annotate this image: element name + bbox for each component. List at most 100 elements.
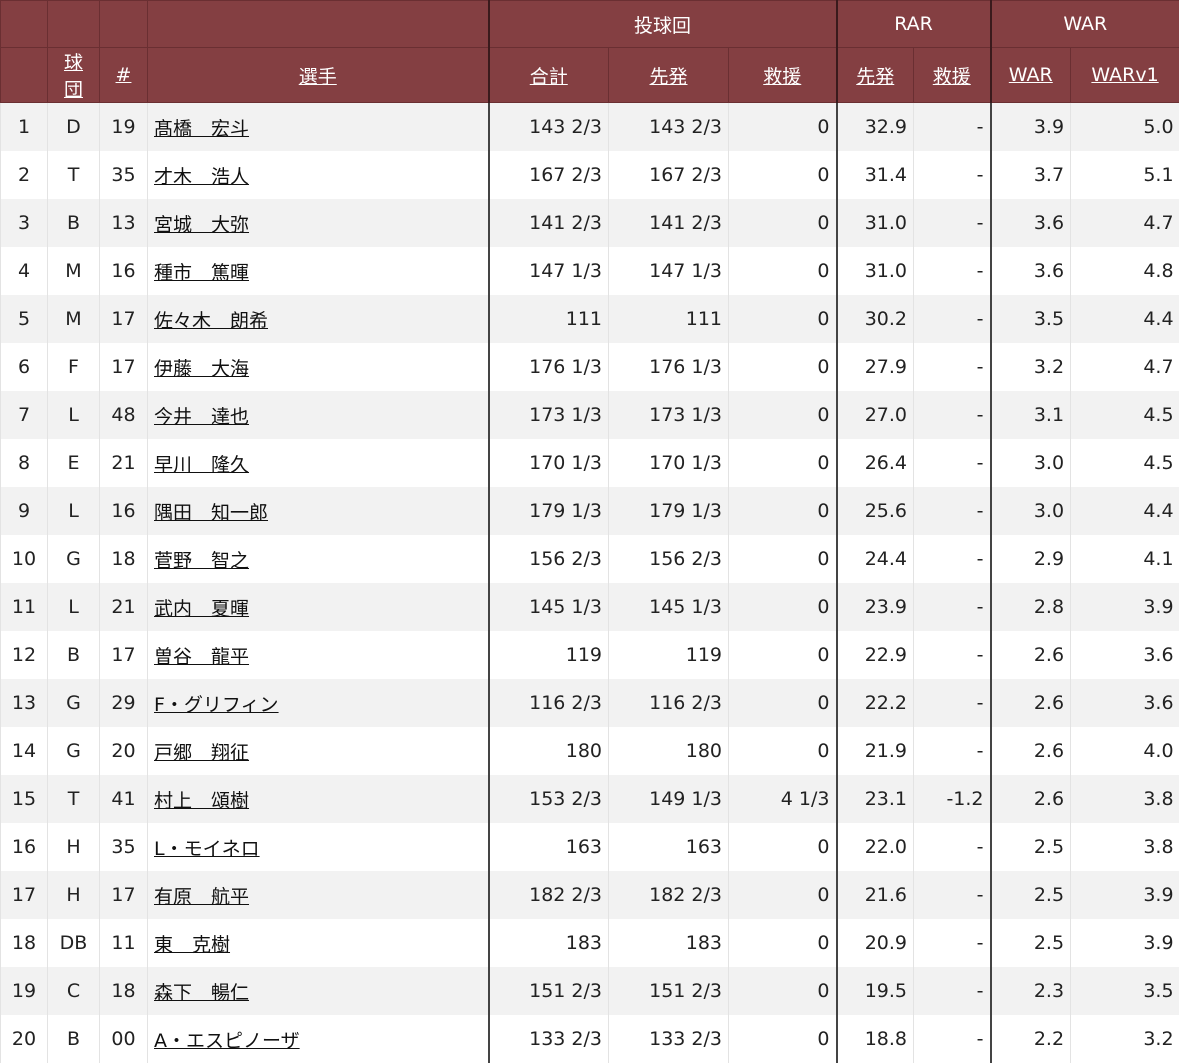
cell-warv1: 4.4	[1071, 295, 1179, 343]
header-rank-blank	[1, 1, 48, 48]
cell-war: 2.5	[991, 871, 1071, 919]
cell-team: T	[48, 151, 100, 199]
cell-team: L	[48, 583, 100, 631]
cell-player: 曽谷 龍平	[148, 631, 489, 679]
player-link[interactable]: 東 克樹	[154, 934, 230, 956]
header-number[interactable]: #	[100, 48, 148, 103]
header-war[interactable]: WAR	[991, 48, 1071, 103]
player-link[interactable]: 伊藤 大海	[154, 358, 249, 380]
player-link[interactable]: 森下 暢仁	[154, 982, 249, 1004]
cell-team: F	[48, 343, 100, 391]
sort-link-rar-relief[interactable]: 救援	[933, 66, 971, 88]
cell-rank: 10	[1, 535, 48, 583]
table-row: 18 DB 11 東 克樹 183 183 0 20.9 - 2.5 3.9	[1, 919, 1179, 967]
header-ip-total[interactable]: 合計	[489, 48, 609, 103]
player-link[interactable]: 今井 達也	[154, 406, 249, 428]
sort-link-warv1[interactable]: WARv1	[1091, 64, 1158, 86]
cell-ip-relief: 0	[729, 679, 837, 727]
cell-war: 3.6	[991, 247, 1071, 295]
cell-number: 29	[100, 679, 148, 727]
cell-ip-start: 116 2/3	[609, 679, 729, 727]
player-link[interactable]: 佐々木 朗希	[154, 310, 268, 332]
header-ip-relief[interactable]: 救援	[729, 48, 837, 103]
header-rar-relief[interactable]: 救援	[914, 48, 991, 103]
cell-ip-relief: 0	[729, 1015, 837, 1063]
cell-rank: 12	[1, 631, 48, 679]
player-link[interactable]: 宮城 大弥	[154, 214, 249, 236]
cell-rar-relief: -	[914, 535, 991, 583]
header-label-row: 球団 # 選手 合計 先発 救援 先発 救援 WAR WARv1	[1, 48, 1179, 103]
sort-link-number[interactable]: #	[116, 64, 132, 86]
player-link[interactable]: 有原 航平	[154, 886, 249, 908]
cell-ip-total: 156 2/3	[489, 535, 609, 583]
cell-rank: 5	[1, 295, 48, 343]
header-player[interactable]: 選手	[148, 48, 489, 103]
cell-player: A・エスピノーザ	[148, 1015, 489, 1063]
cell-war: 3.0	[991, 439, 1071, 487]
player-link[interactable]: 菅野 智之	[154, 550, 249, 572]
player-link[interactable]: 早川 隆久	[154, 454, 249, 476]
cell-rar-relief: -	[914, 871, 991, 919]
cell-rar-start: 22.9	[837, 631, 914, 679]
cell-rar-start: 24.4	[837, 535, 914, 583]
cell-ip-total: 151 2/3	[489, 967, 609, 1015]
cell-rar-start: 26.4	[837, 439, 914, 487]
table-row: 20 B 00 A・エスピノーザ 133 2/3 133 2/3 0 18.8 …	[1, 1015, 1179, 1063]
cell-war: 2.5	[991, 919, 1071, 967]
cell-war: 2.6	[991, 679, 1071, 727]
cell-number: 11	[100, 919, 148, 967]
cell-player: 才木 浩人	[148, 151, 489, 199]
cell-number: 16	[100, 247, 148, 295]
header-warv1[interactable]: WARv1	[1071, 48, 1179, 103]
player-link[interactable]: A・エスピノーザ	[154, 1030, 300, 1052]
player-link[interactable]: F・グリフィン	[154, 694, 279, 716]
player-link[interactable]: 戸郷 翔征	[154, 742, 249, 764]
cell-rar-relief: -	[914, 631, 991, 679]
cell-player: 髙橋 宏斗	[148, 103, 489, 152]
player-link[interactable]: 武内 夏暉	[154, 598, 249, 620]
player-link[interactable]: 才木 浩人	[154, 166, 249, 188]
cell-rank: 15	[1, 775, 48, 823]
header-ip-start[interactable]: 先発	[609, 48, 729, 103]
cell-rar-start: 31.4	[837, 151, 914, 199]
sort-link-war[interactable]: WAR	[1009, 64, 1053, 86]
header-group-war: WAR	[991, 1, 1179, 48]
cell-rar-relief: -	[914, 679, 991, 727]
sort-link-ip-start[interactable]: 先発	[649, 66, 687, 88]
player-link[interactable]: 曽谷 龍平	[154, 646, 249, 668]
header-team[interactable]: 球団	[48, 48, 100, 103]
cell-ip-start: 119	[609, 631, 729, 679]
sort-link-player[interactable]: 選手	[299, 66, 337, 88]
cell-ip-relief: 0	[729, 151, 837, 199]
cell-rank: 20	[1, 1015, 48, 1063]
cell-ip-relief: 0	[729, 583, 837, 631]
cell-team: M	[48, 295, 100, 343]
cell-rar-start: 30.2	[837, 295, 914, 343]
player-link[interactable]: 種市 篤暉	[154, 262, 249, 284]
cell-ip-total: 119	[489, 631, 609, 679]
cell-rar-start: 20.9	[837, 919, 914, 967]
cell-player: 武内 夏暉	[148, 583, 489, 631]
cell-ip-start: 111	[609, 295, 729, 343]
cell-player: 種市 篤暉	[148, 247, 489, 295]
player-link[interactable]: 隅田 知一郎	[154, 502, 268, 524]
cell-number: 20	[100, 727, 148, 775]
cell-ip-relief: 0	[729, 391, 837, 439]
cell-rar-start: 19.5	[837, 967, 914, 1015]
player-link[interactable]: 髙橋 宏斗	[154, 118, 249, 140]
sort-link-ip-total[interactable]: 合計	[530, 66, 568, 88]
cell-ip-start: 176 1/3	[609, 343, 729, 391]
cell-ip-relief: 0	[729, 199, 837, 247]
sort-link-rar-start[interactable]: 先発	[856, 66, 894, 88]
cell-warv1: 4.0	[1071, 727, 1179, 775]
cell-ip-start: 141 2/3	[609, 199, 729, 247]
cell-ip-total: 180	[489, 727, 609, 775]
header-rar-start[interactable]: 先発	[837, 48, 914, 103]
sort-link-team[interactable]: 球団	[64, 52, 83, 101]
player-link[interactable]: 村上 頌樹	[154, 790, 249, 812]
cell-player: 村上 頌樹	[148, 775, 489, 823]
cell-rar-start: 21.9	[837, 727, 914, 775]
cell-warv1: 3.6	[1071, 631, 1179, 679]
player-link[interactable]: L・モイネロ	[154, 838, 260, 860]
sort-link-ip-relief[interactable]: 救援	[763, 66, 801, 88]
